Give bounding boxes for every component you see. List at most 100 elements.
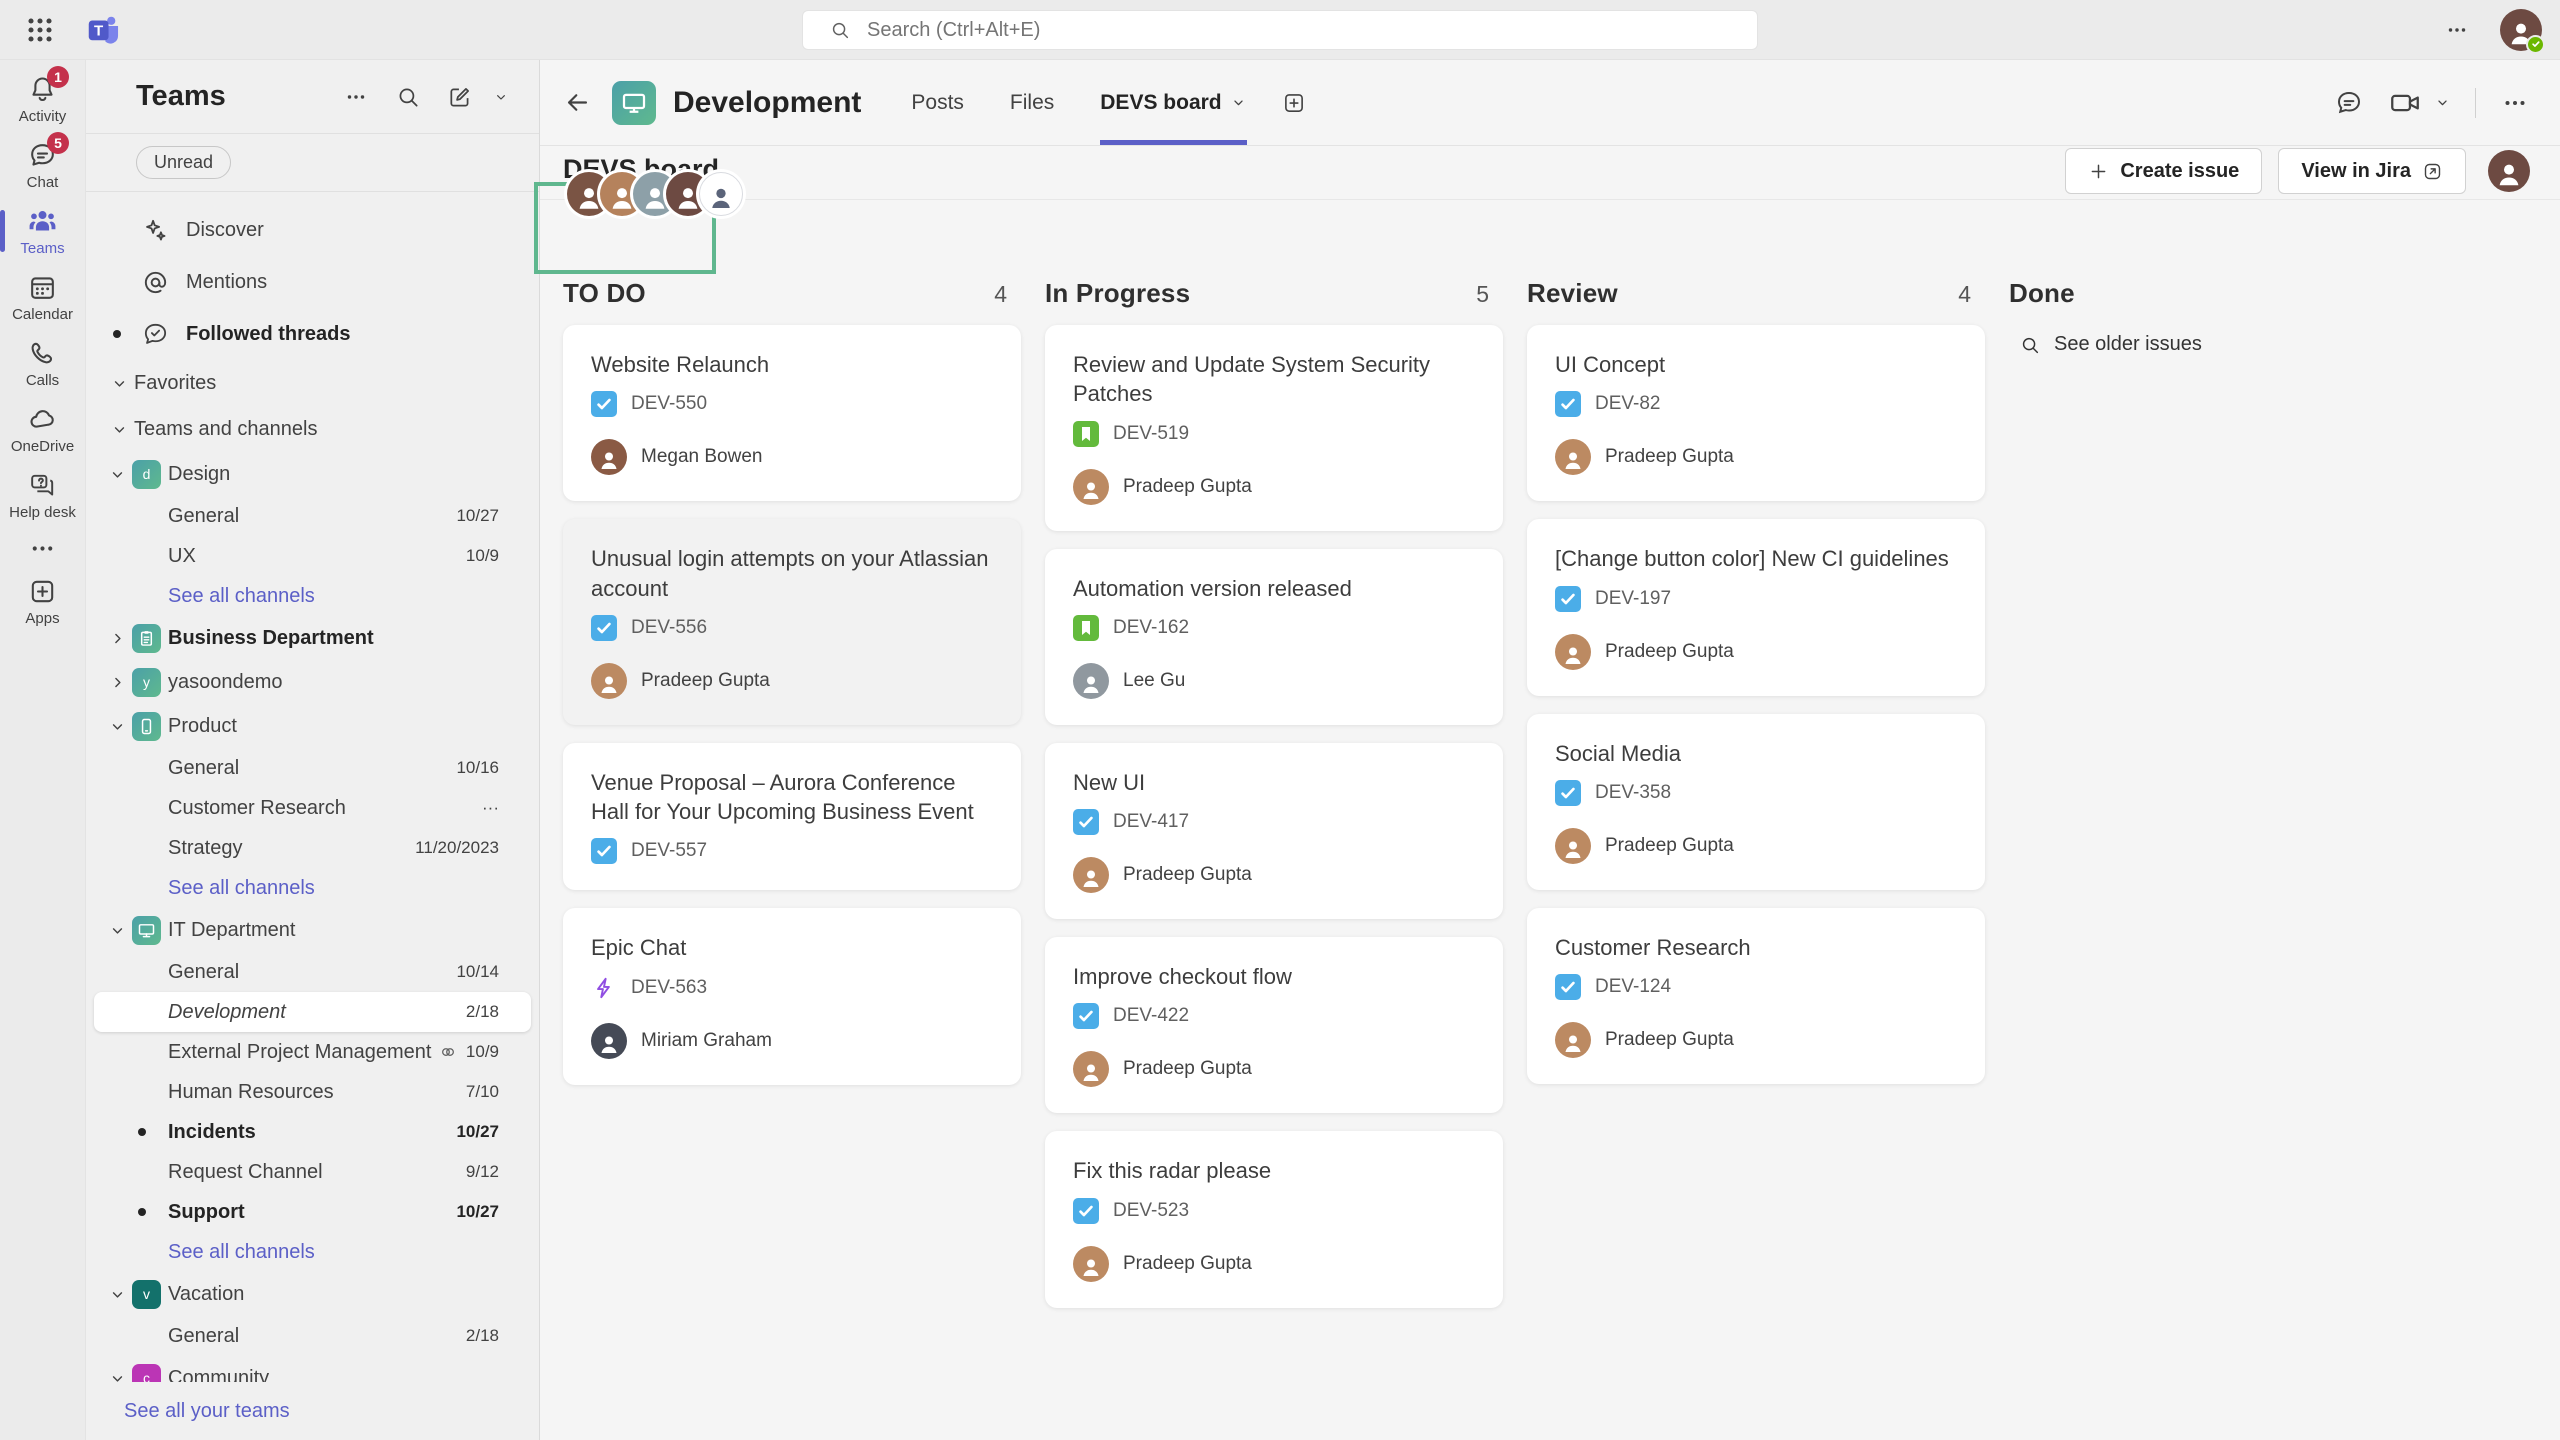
see-older-issues-link[interactable]: See older issues [2009, 333, 2467, 356]
view-in-jira-button[interactable]: View in Jira [2278, 148, 2466, 194]
rail-item-onedrive[interactable]: OneDrive [0, 396, 85, 462]
column-name: Review [1527, 278, 1958, 309]
team-name: Vacation [168, 1283, 244, 1306]
issue-card[interactable]: Customer ResearchDEV-124Pradeep Gupta [1527, 908, 1985, 1084]
issue-card[interactable]: New UIDEV-417Pradeep Gupta [1045, 743, 1503, 919]
at-icon [141, 268, 170, 297]
sidebar-team-vacation[interactable]: vVacation [86, 1272, 539, 1316]
tab-label: Posts [911, 91, 964, 115]
issue-card[interactable]: Improve checkout flowDEV-422Pradeep Gupt… [1045, 937, 1503, 1113]
issue-card[interactable]: Automation version releasedDEV-162Lee Gu [1045, 549, 1503, 725]
rail-item-calendar[interactable]: Calendar [0, 264, 85, 330]
user-avatar[interactable] [2500, 9, 2542, 51]
avatar-overflow-placeholder[interactable] [699, 172, 743, 216]
avatar [1073, 1246, 1109, 1282]
issue-meta: DEV-523 [1073, 1198, 1475, 1224]
sidebar-item-discover[interactable]: Discover [86, 204, 539, 256]
meet-chevron-icon[interactable] [2434, 94, 2451, 111]
compose-chevron-icon[interactable] [493, 89, 509, 105]
board-user-avatar[interactable] [2488, 150, 2530, 192]
unread-count-badge: 5 [47, 132, 69, 154]
channel-last-activity: 2/18 [466, 1002, 499, 1022]
global-search-input[interactable] [865, 18, 1757, 43]
titlebar-more-icon[interactable] [2444, 17, 2470, 43]
sidebar-channel-customer-research[interactable]: Customer Research··· [86, 788, 539, 828]
sidebar-team-it-department[interactable]: IT Department [86, 908, 539, 952]
rail-item-calls[interactable]: Calls [0, 330, 85, 396]
chat-bubble-icon[interactable] [2334, 88, 2364, 118]
rail-item-activity[interactable]: 1Activity [0, 66, 85, 132]
issue-card[interactable]: UI ConceptDEV-82Pradeep Gupta [1527, 325, 1985, 501]
tab-posts[interactable]: Posts [911, 60, 964, 145]
see-all-channels-link[interactable]: See all channels [86, 1232, 539, 1272]
rail-item-help-desk[interactable]: Help desk [0, 462, 85, 528]
unread-filter-pill[interactable]: Unread [136, 146, 231, 179]
sidebar-team-product[interactable]: Product [86, 704, 539, 748]
sidebar-team-business-department[interactable]: Business Department [86, 616, 539, 660]
avatar [591, 1023, 627, 1059]
sidebar-team-community[interactable]: cCommunity [86, 1356, 539, 1382]
unread-count-badge: 1 [47, 66, 69, 88]
issue-card[interactable]: Social MediaDEV-358Pradeep Gupta [1527, 714, 1985, 890]
unread-dot [138, 1128, 146, 1136]
sidebar-item-mentions[interactable]: Mentions [86, 256, 539, 308]
rail-item-more[interactable] [0, 528, 85, 568]
sidebar-more-icon[interactable] [343, 84, 369, 110]
monitor-icon [136, 920, 157, 941]
issue-card[interactable]: [Change button color] New CI guidelinesD… [1527, 519, 1985, 695]
channel-more-icon[interactable] [2500, 88, 2530, 118]
issue-title: Social Media [1555, 739, 1957, 768]
sidebar-channel-general[interactable]: General10/14 [86, 952, 539, 992]
compose-icon[interactable] [447, 84, 473, 110]
see-all-channels-link[interactable]: See all channels [86, 868, 539, 908]
tab-devs-board[interactable]: DEVS board [1100, 60, 1246, 145]
sidebar-channel-request-channel[interactable]: Request Channel9/12 [86, 1152, 539, 1192]
sidebar-channel-general[interactable]: General10/16 [86, 748, 539, 788]
rail-item-chat[interactable]: 5Chat [0, 132, 85, 198]
see-all-channels-link[interactable]: See all channels [86, 576, 539, 616]
app-launcher-icon[interactable] [22, 12, 58, 48]
sidebar-channel-support[interactable]: Support10/27 [86, 1192, 539, 1232]
sidebar-item-followed-threads[interactable]: Followed threads [86, 308, 539, 360]
sidebar-team-yasoondemo[interactable]: yyasoondemo [86, 660, 539, 704]
issue-card[interactable]: Website RelaunchDEV-550Megan Bowen [563, 325, 1021, 501]
sidebar-channel-strategy[interactable]: Strategy11/20/2023 [86, 828, 539, 868]
issue-card[interactable]: Unusual login attempts on your Atlassian… [563, 519, 1021, 725]
issue-card[interactable]: Venue Proposal – Aurora Conference Hall … [563, 743, 1021, 891]
task-icon [1073, 1198, 1099, 1224]
meet-camera-icon[interactable] [2388, 86, 2422, 120]
assignee-name: Pradeep Gupta [1123, 864, 1252, 886]
sidebar-channel-ux[interactable]: UX10/9 [86, 536, 539, 576]
create-issue-button[interactable]: Create issue [2065, 148, 2262, 194]
rail-item-teams[interactable]: Teams [0, 198, 85, 264]
sidebar-channel-incidents[interactable]: Incidents10/27 [86, 1112, 539, 1152]
sidebar-section-favorites[interactable]: Favorites [86, 360, 539, 406]
sidebar-channel-general[interactable]: General2/18 [86, 1316, 539, 1356]
sidebar-channel-human-resources[interactable]: Human Resources7/10 [86, 1072, 539, 1112]
sidebar-title: Teams [136, 80, 343, 113]
sidebar-section-teams-and-channels[interactable]: Teams and channels [86, 406, 539, 452]
assignee-name: Pradeep Gupta [1605, 446, 1734, 468]
issue-card[interactable]: Epic ChatDEV-563Miriam Graham [563, 908, 1021, 1084]
see-all-your-teams-link[interactable]: See all your teams [86, 1382, 539, 1440]
add-tab-icon[interactable] [1281, 90, 1307, 116]
issue-assignee: Pradeep Gupta [1073, 469, 1475, 505]
sidebar-channel-development[interactable]: Development2/18 [94, 992, 531, 1032]
issue-card[interactable]: Review and Update System Security Patche… [1045, 325, 1503, 531]
team-icon: c [132, 1364, 161, 1383]
issue-card[interactable]: Fix this radar pleaseDEV-523Pradeep Gupt… [1045, 1131, 1503, 1307]
sidebar-search-icon[interactable] [395, 84, 421, 110]
team-icon [132, 916, 161, 945]
sidebar-team-design[interactable]: dDesign [86, 452, 539, 496]
channel-last-activity: 10/27 [456, 506, 499, 526]
column-count: 5 [1476, 281, 1489, 308]
board-divider [540, 199, 2560, 200]
unread-dot [138, 1208, 146, 1216]
sidebar-channel-general[interactable]: General 10/27 [86, 496, 539, 536]
back-arrow-icon[interactable] [563, 88, 592, 117]
global-search[interactable] [802, 10, 1758, 50]
channel-name: General [168, 505, 239, 528]
tab-files[interactable]: Files [1010, 60, 1054, 145]
sidebar-channel-external-project-management[interactable]: External Project Management10/9 [86, 1032, 539, 1072]
rail-item-apps[interactable]: Apps [0, 568, 85, 634]
